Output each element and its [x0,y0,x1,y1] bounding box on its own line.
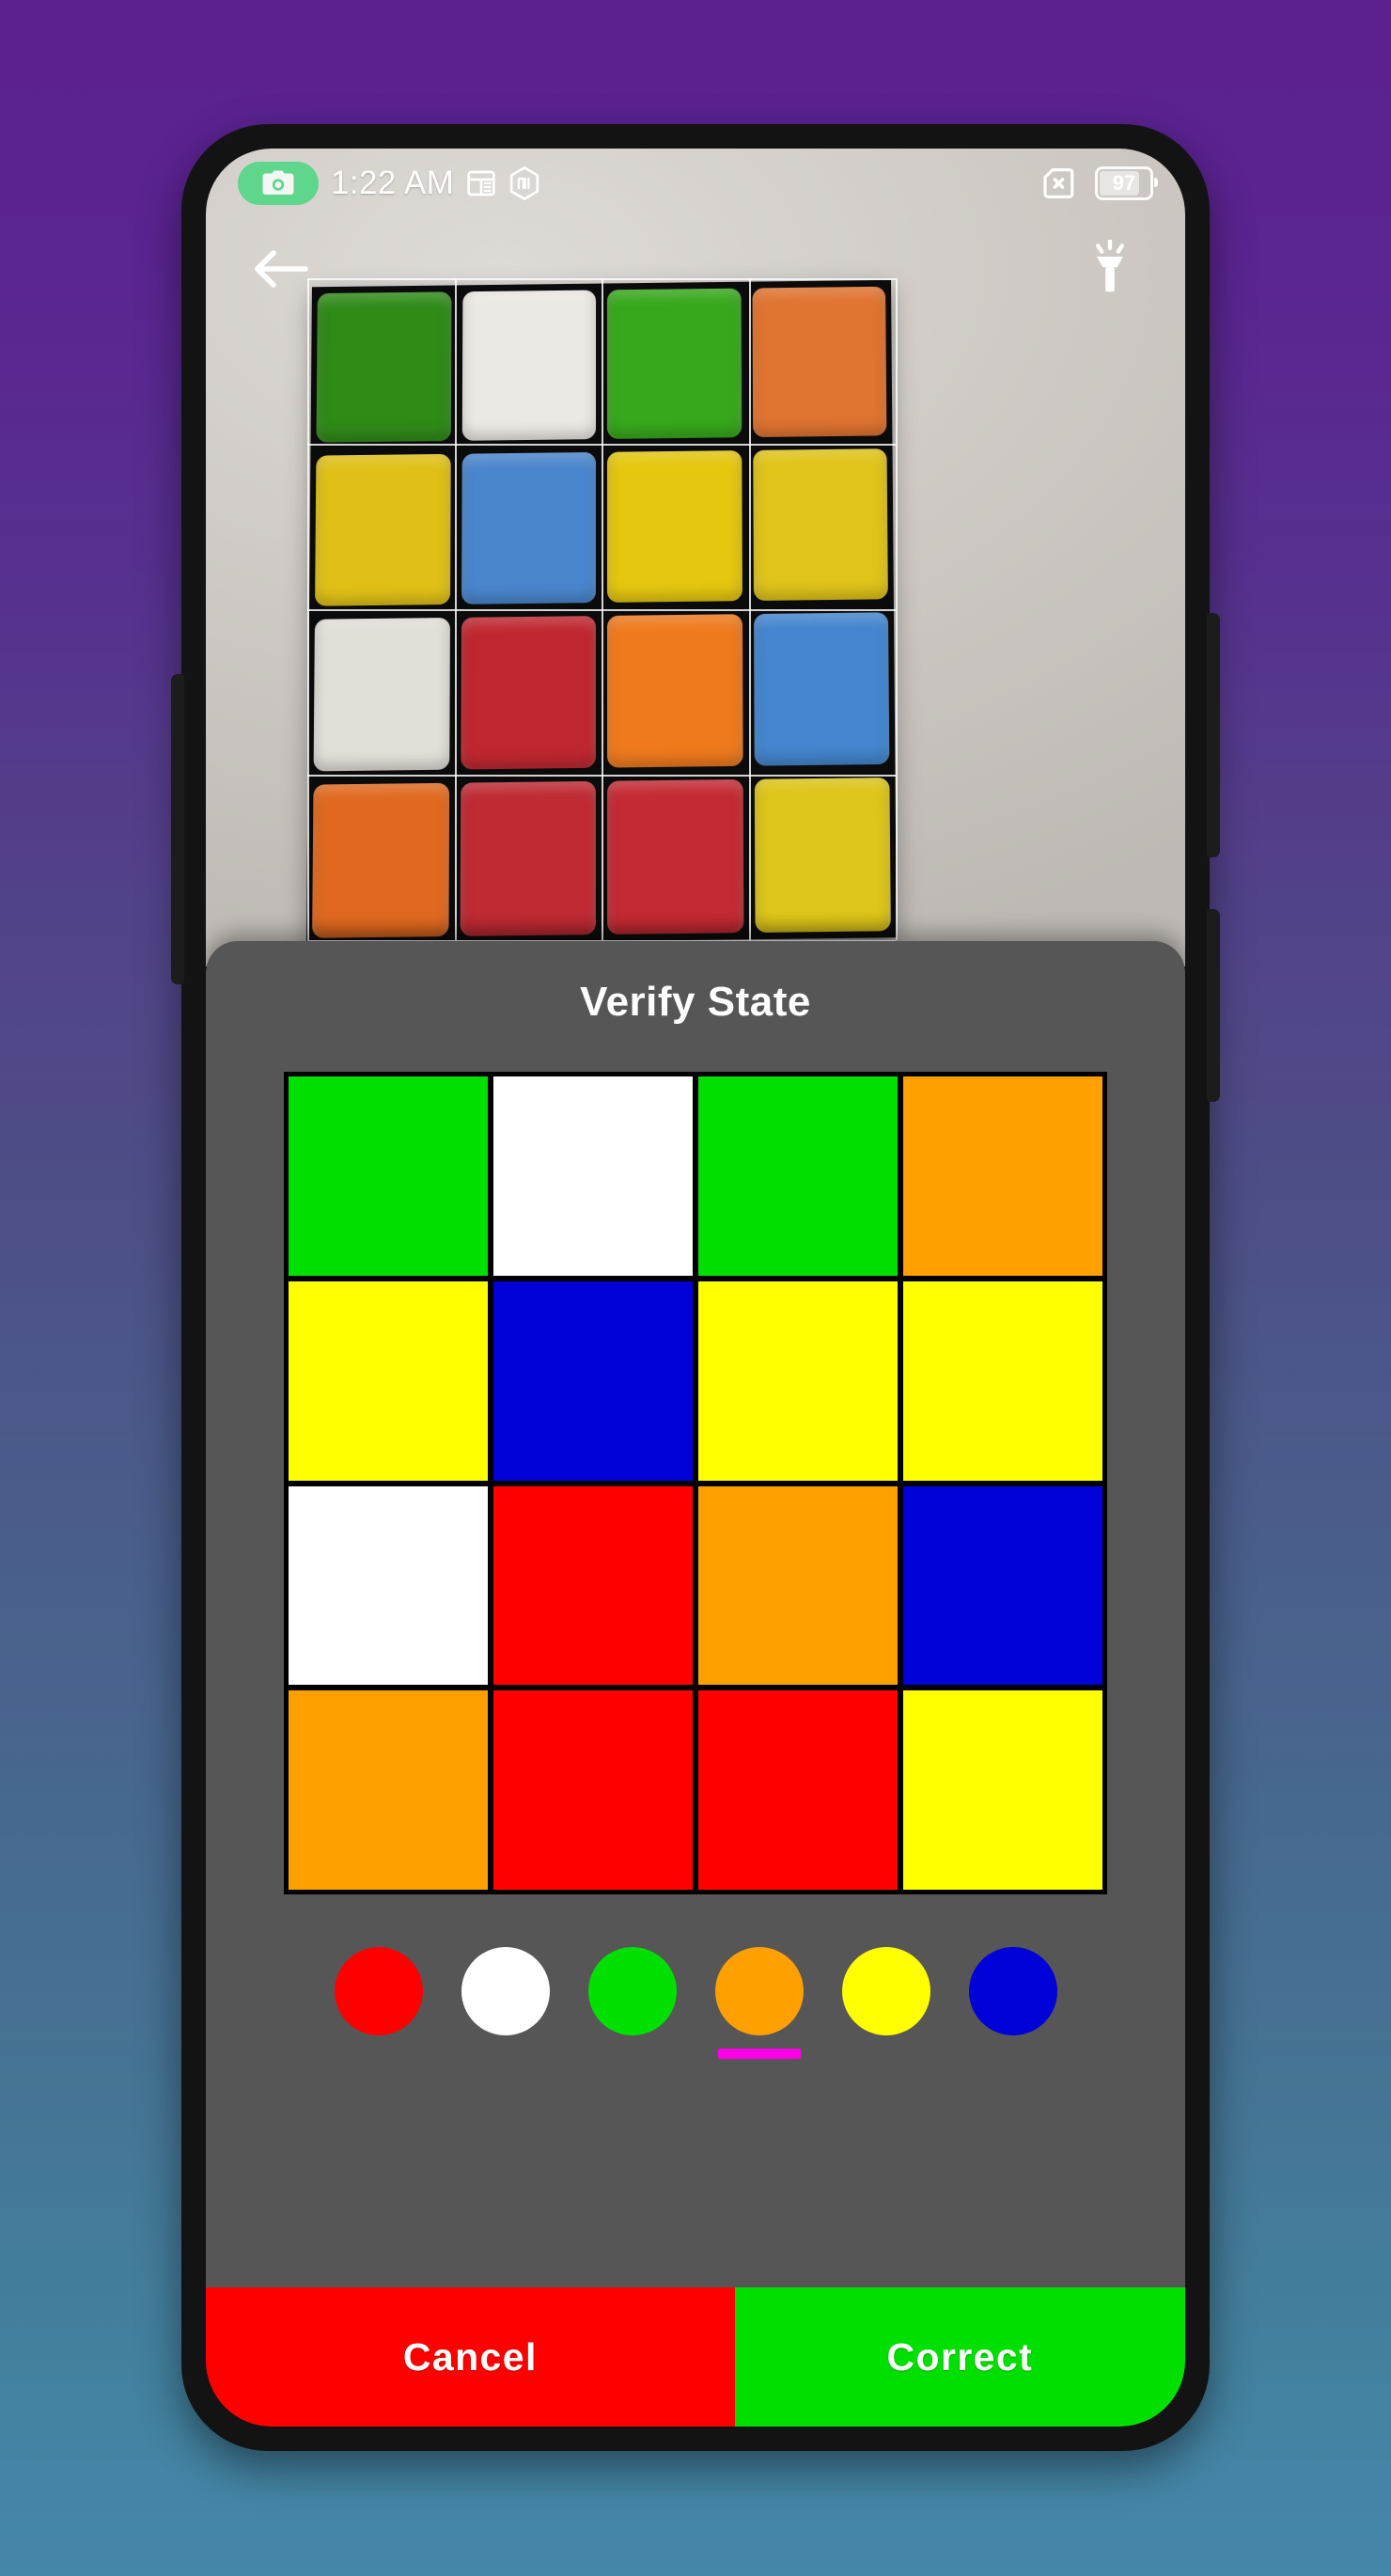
volume-button-left[interactable] [171,674,184,984]
flashlight-icon [1096,240,1124,292]
swatch-dot-orange [714,1947,804,2035]
camera-icon [262,170,294,195]
status-bar-left: 1:22 AM [238,162,540,205]
swatch-dot-green [587,1947,677,2035]
dialog-title: Verify State [580,979,811,1025]
state-cell-blue[interactable] [903,1485,1102,1686]
color-swatch-green[interactable] [583,1947,681,2059]
photo-row [309,442,894,613]
photo-sticker [606,450,742,603]
photo-row [306,771,897,945]
photo-sticker [461,451,597,605]
photo-sticker [460,780,596,936]
battery-icon: 97 [1095,166,1158,200]
photo-sticker [312,782,449,938]
app-top-bar [206,218,1185,320]
state-cell-orange[interactable] [698,1485,898,1686]
state-cell-red[interactable] [493,1690,693,1890]
state-cell-red[interactable] [698,1690,898,1890]
phone-device-frame: 1:22 AM 97 Verify State Cancel Correct [171,124,1220,2451]
swatch-dot-yellow [841,1947,930,2035]
notes-icon [467,170,495,196]
cube-photo [305,279,897,946]
photo-sticker [753,612,890,766]
swatch-selected-indicator [591,2049,674,2059]
swatch-dot-red [334,1947,423,2035]
volume-button-right[interactable] [1207,613,1220,857]
verify-state-dialog: Verify State Cancel Correct [206,941,1185,2427]
phone-screen: 1:22 AM 97 Verify State Cancel Correct [206,149,1185,2427]
photo-sticker [315,453,451,606]
back-arrow-icon [255,250,308,288]
state-cell-green[interactable] [289,1076,488,1276]
cube-state-grid[interactable] [284,1072,1107,1894]
cancel-button[interactable]: Cancel [206,2287,735,2427]
swatch-selected-indicator [337,2049,420,2059]
state-cell-orange[interactable] [903,1076,1102,1276]
no-sim-icon [1043,168,1074,198]
dialog-action-bar: Cancel Correct [206,2287,1185,2427]
state-cell-yellow[interactable] [903,1280,1102,1481]
photo-sticker [460,616,596,770]
status-bar-clock: 1:22 AM [331,165,455,201]
photo-row [307,605,895,778]
color-swatch-blue[interactable] [963,1947,1062,2059]
battery-percentage: 97 [1112,171,1136,195]
photo-sticker [313,617,450,772]
swatch-selected-indicator [464,2049,547,2059]
color-swatch-yellow[interactable] [836,1947,935,2059]
status-bar-right: 97 [1040,166,1158,200]
swatch-selected-indicator [717,2049,801,2059]
photo-sticker [607,778,743,935]
state-cell-orange[interactable] [289,1690,488,1890]
state-cell-red[interactable] [493,1485,693,1686]
swatch-dot-blue [968,1947,1057,2035]
photo-sticker [607,614,743,768]
swatch-selected-indicator [972,2049,1055,2059]
power-button[interactable] [1207,909,1220,1102]
color-swatch-red[interactable] [329,1947,428,2059]
state-cell-yellow[interactable] [903,1690,1102,1890]
camera-in-use-badge [238,162,319,205]
photo-sticker [754,778,891,934]
overlay-vertical-line [896,278,898,940]
mi-hexagon-icon [510,166,539,200]
state-cell-yellow[interactable] [698,1280,898,1481]
color-swatch-orange[interactable] [710,1947,808,2059]
state-cell-blue[interactable] [493,1280,693,1481]
state-cell-green[interactable] [698,1076,898,1276]
color-palette [206,1947,1185,2059]
state-cell-white[interactable] [289,1485,488,1686]
back-button[interactable] [245,233,317,305]
swatch-selected-indicator [845,2049,928,2059]
flashlight-button[interactable] [1074,233,1146,305]
correct-button[interactable]: Correct [734,2287,1185,2427]
state-cell-yellow[interactable] [289,1280,488,1481]
status-bar: 1:22 AM 97 [206,149,1185,218]
state-cell-white[interactable] [493,1076,693,1276]
color-swatch-white[interactable] [456,1947,555,2059]
photo-sticker [752,448,888,602]
swatch-dot-white [461,1947,550,2035]
